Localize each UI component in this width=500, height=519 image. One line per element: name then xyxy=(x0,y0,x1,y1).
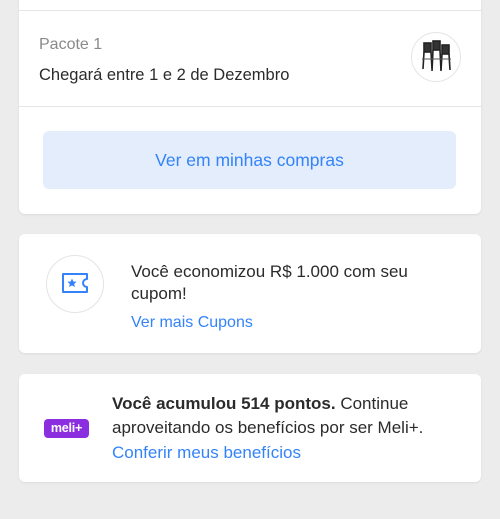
check-my-benefits-link[interactable]: Conferir meus benefícios xyxy=(112,443,301,463)
coupon-card: Você economizou R$ 1.000 com seu cupom! … xyxy=(19,234,481,353)
loyalty-points-message: Você acumulou 514 pontos. Continue aprov… xyxy=(112,392,472,440)
package-arrival-date: Chegará entre 1 e 2 de Dezembro xyxy=(39,66,290,84)
coupon-icon-container xyxy=(46,255,104,313)
coupon-savings-message: Você economizou R$ 1.000 com seu cupom! xyxy=(131,262,408,303)
see-more-coupons-link[interactable]: Ver mais Cupons xyxy=(131,314,253,332)
divider xyxy=(19,106,481,107)
loyalty-points-card: meli+ Você acumulou 514 pontos. Continue… xyxy=(19,374,481,482)
chairs-product-image xyxy=(422,40,451,72)
coupon-ticket-icon xyxy=(62,273,88,293)
points-accumulated-text: Você acumulou 514 pontos. xyxy=(112,394,336,413)
divider xyxy=(19,10,481,11)
product-thumbnail[interactable] xyxy=(411,32,461,82)
package-label: Pacote 1 xyxy=(39,36,103,53)
view-in-my-purchases-button[interactable]: Ver em minhas compras xyxy=(43,131,456,189)
package-card: Pacote 1 Chegará entre 1 e 2 de Dezembro… xyxy=(19,0,481,214)
meli-plus-logo: meli+ xyxy=(44,419,89,438)
